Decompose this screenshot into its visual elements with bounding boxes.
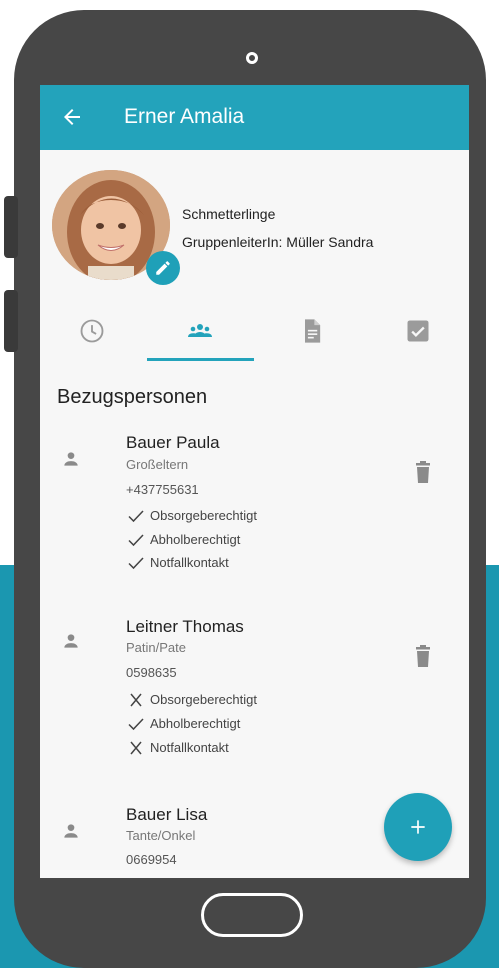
check-icon [128, 509, 144, 522]
permission-label: Notfallkontakt [150, 740, 229, 755]
contact-name: Bauer Lisa [126, 805, 208, 824]
permission-item: Obsorgeberechtigt [128, 692, 257, 707]
contact-phone: 0598635 [126, 665, 177, 680]
trash-icon[interactable] [413, 645, 433, 669]
tab-history[interactable] [78, 317, 106, 345]
contact-relation: Tante/Onkel [126, 828, 196, 843]
group-name: Schmetterlinge [182, 206, 276, 222]
volume-button [4, 196, 18, 258]
contact-name: Leitner Thomas [126, 617, 244, 636]
front-camera [246, 52, 258, 64]
permission-item: Obsorgeberechtigt [128, 508, 257, 523]
tab-documents[interactable] [298, 317, 326, 345]
edit-photo-button[interactable] [146, 251, 180, 285]
permission-item: Abholberechtigt [128, 532, 240, 547]
contact-phone: 0669954 [126, 852, 177, 867]
permission-label: Abholberechtigt [150, 532, 241, 547]
person-icon [64, 824, 78, 838]
contact-phone: +437755631 [126, 482, 199, 497]
person-icon [64, 452, 78, 466]
permission-item: Abholberechtigt [128, 716, 240, 731]
contact-card[interactable]: Leitner Thomas Patin/Pate 0598635 Obsorg… [40, 617, 469, 767]
contact-relation: Großeltern [126, 457, 189, 472]
contact-relation: Patin/Pate [126, 640, 186, 655]
app-screen: Erner Amalia Schmetterlinge Gruppenleite… [40, 85, 469, 878]
check-icon [128, 556, 144, 569]
permission-label: Notfallkontakt [150, 555, 229, 570]
arrow-left-icon[interactable] [60, 105, 84, 129]
permission-label: Obsorgeberechtigt [150, 508, 257, 523]
permission-label: Obsorgeberechtigt [150, 692, 257, 707]
check-icon [128, 533, 144, 546]
tab-indicator [147, 358, 254, 361]
contact-name: Bauer Paula [126, 433, 220, 452]
home-button[interactable] [201, 893, 303, 937]
app-bar: Erner Amalia [40, 85, 469, 150]
cross-icon [130, 693, 142, 706]
add-contact-button[interactable] [384, 793, 452, 861]
tab-tasks[interactable] [404, 317, 432, 345]
permission-label: Abholberechtigt [150, 716, 241, 731]
person-icon [64, 634, 78, 648]
cross-icon [130, 741, 142, 754]
page-title: Erner Amalia [124, 105, 245, 128]
permission-item: Notfallkontakt [128, 555, 229, 570]
trash-icon[interactable] [413, 461, 433, 485]
section-title: Bezugspersonen [57, 386, 208, 408]
contact-card[interactable]: Bauer Paula Großeltern +437755631 Obsorg… [40, 433, 469, 583]
check-icon [128, 717, 144, 730]
permission-item: Notfallkontakt [128, 740, 229, 755]
power-button [4, 290, 18, 352]
group-leader: GruppenleiterIn: Müller Sandra [182, 234, 374, 250]
pencil-icon [156, 261, 170, 275]
tab-contacts[interactable] [186, 317, 214, 345]
plus-icon [411, 820, 425, 834]
